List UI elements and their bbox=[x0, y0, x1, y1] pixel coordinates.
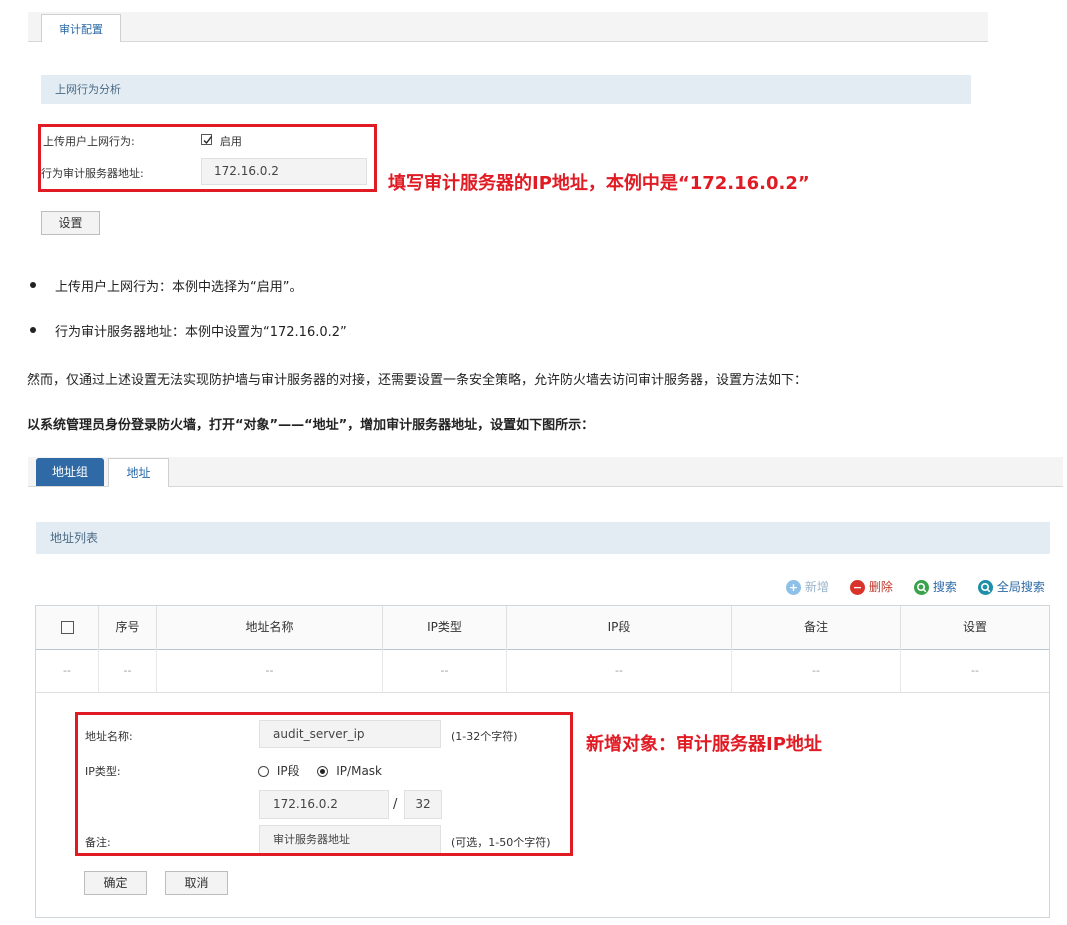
table-cell: -- bbox=[971, 664, 979, 677]
bullet-audit-server: 行为审计服务器地址：本例中设置为“172.16.0.2” bbox=[55, 325, 347, 340]
bullet-dot bbox=[30, 327, 36, 333]
table-cell: -- bbox=[383, 649, 507, 692]
section-header-address-list: 地址列表 bbox=[36, 522, 1050, 554]
table-cell: -- bbox=[157, 649, 383, 692]
minus-icon: − bbox=[850, 580, 865, 595]
highlight-box-new-object bbox=[75, 712, 573, 856]
instruction-paragraph: 然而，仅通过上述设置无法实现防护墙与审计服务器的对接，还需要设置一条安全策略，允… bbox=[27, 373, 808, 388]
col-index: 序号 bbox=[99, 606, 157, 649]
col-note: 备注 bbox=[732, 606, 901, 649]
tab-address-group[interactable]: 地址组 bbox=[36, 458, 104, 486]
tab-address[interactable]: 地址 bbox=[108, 458, 169, 487]
instruction-bold: 以系统管理员身份登录防火墙，打开“对象”——“地址”，增加审计服务器地址，设置如… bbox=[27, 418, 595, 433]
cancel-button[interactable]: 取消 bbox=[165, 871, 228, 895]
table-cell: -- bbox=[507, 649, 732, 692]
search-icon bbox=[914, 580, 929, 595]
col-ip-range: IP段 bbox=[507, 606, 732, 649]
highlight-box-audit-settings bbox=[38, 124, 377, 192]
tab-audit-config[interactable]: 审计配置 bbox=[41, 14, 121, 42]
section-header-behavior-analysis: 上网行为分析 bbox=[41, 75, 971, 104]
plus-icon: + bbox=[786, 580, 801, 595]
confirm-button[interactable]: 确定 bbox=[84, 871, 147, 895]
top-tab-bar bbox=[28, 12, 988, 42]
col-settings: 设置 bbox=[962, 620, 987, 634]
bullet-dot bbox=[30, 282, 36, 288]
global-search-button[interactable]: 全局搜索 bbox=[978, 578, 1045, 595]
bullet-upload-behavior: 上传用户上网行为：本例中选择为“启用”。 bbox=[55, 280, 303, 295]
table-row: -- -- -- -- -- -- -- bbox=[36, 649, 1049, 693]
table-cell: -- bbox=[732, 649, 901, 692]
select-all-cell[interactable] bbox=[36, 606, 99, 649]
global-search-icon bbox=[978, 580, 993, 595]
address-tab-bar bbox=[28, 457, 1063, 487]
select-all-checkbox[interactable] bbox=[60, 621, 74, 634]
delete-button[interactable]: − 删除 bbox=[850, 578, 893, 595]
search-button[interactable]: 搜索 bbox=[914, 578, 957, 595]
table-header: 序号 地址名称 IP类型 IP段 备注 设置 bbox=[36, 606, 1049, 650]
set-button[interactable]: 设置 bbox=[41, 211, 100, 235]
col-ip-type: IP类型 bbox=[383, 606, 507, 649]
add-button[interactable]: + 新增 bbox=[786, 578, 829, 595]
annotation-new-object: 新增对象：审计服务器IP地址 bbox=[586, 734, 822, 755]
table-cell: -- bbox=[99, 649, 157, 692]
table-cell: -- bbox=[36, 649, 99, 692]
col-address-name: 地址名称 bbox=[157, 606, 383, 649]
annotation-fill-audit-ip: 填写审计服务器的IP地址，本例中是“172.16.0.2” bbox=[388, 173, 810, 194]
